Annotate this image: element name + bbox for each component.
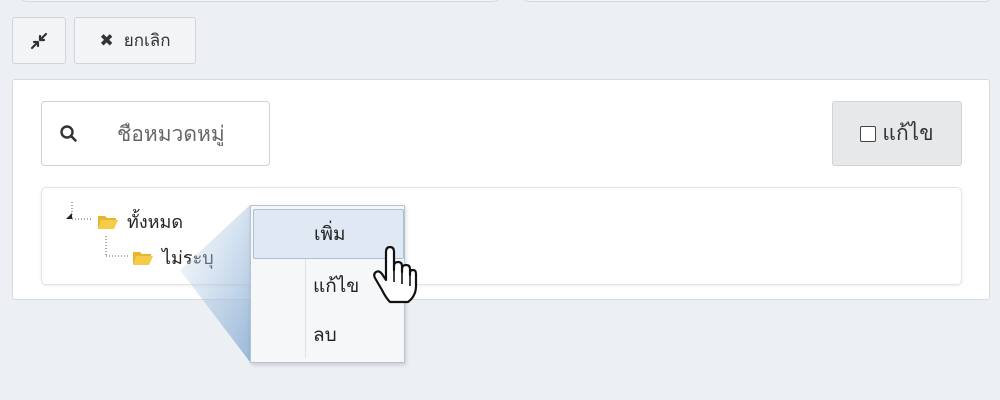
- hand-pointer-icon: [373, 246, 418, 304]
- tree-node-label: ทั้งหมด: [127, 212, 184, 233]
- folder-open-icon: [98, 215, 118, 229]
- tree-node-label: ไม่ระบุ: [162, 248, 214, 269]
- tree-node-unspecified[interactable]: ไม่ระบุ: [132, 243, 214, 272]
- folder-open-icon: [133, 251, 153, 265]
- tree-connector-lines: [66, 202, 128, 257]
- menu-item-label: แก้ไข: [313, 275, 360, 297]
- menu-item-label: ลบ: [313, 324, 337, 346]
- tree-node-root[interactable]: ทั้งหมด: [97, 207, 183, 236]
- menu-item-label: เพิ่ม: [314, 223, 346, 245]
- menu-item-delete[interactable]: ลบ: [253, 310, 404, 360]
